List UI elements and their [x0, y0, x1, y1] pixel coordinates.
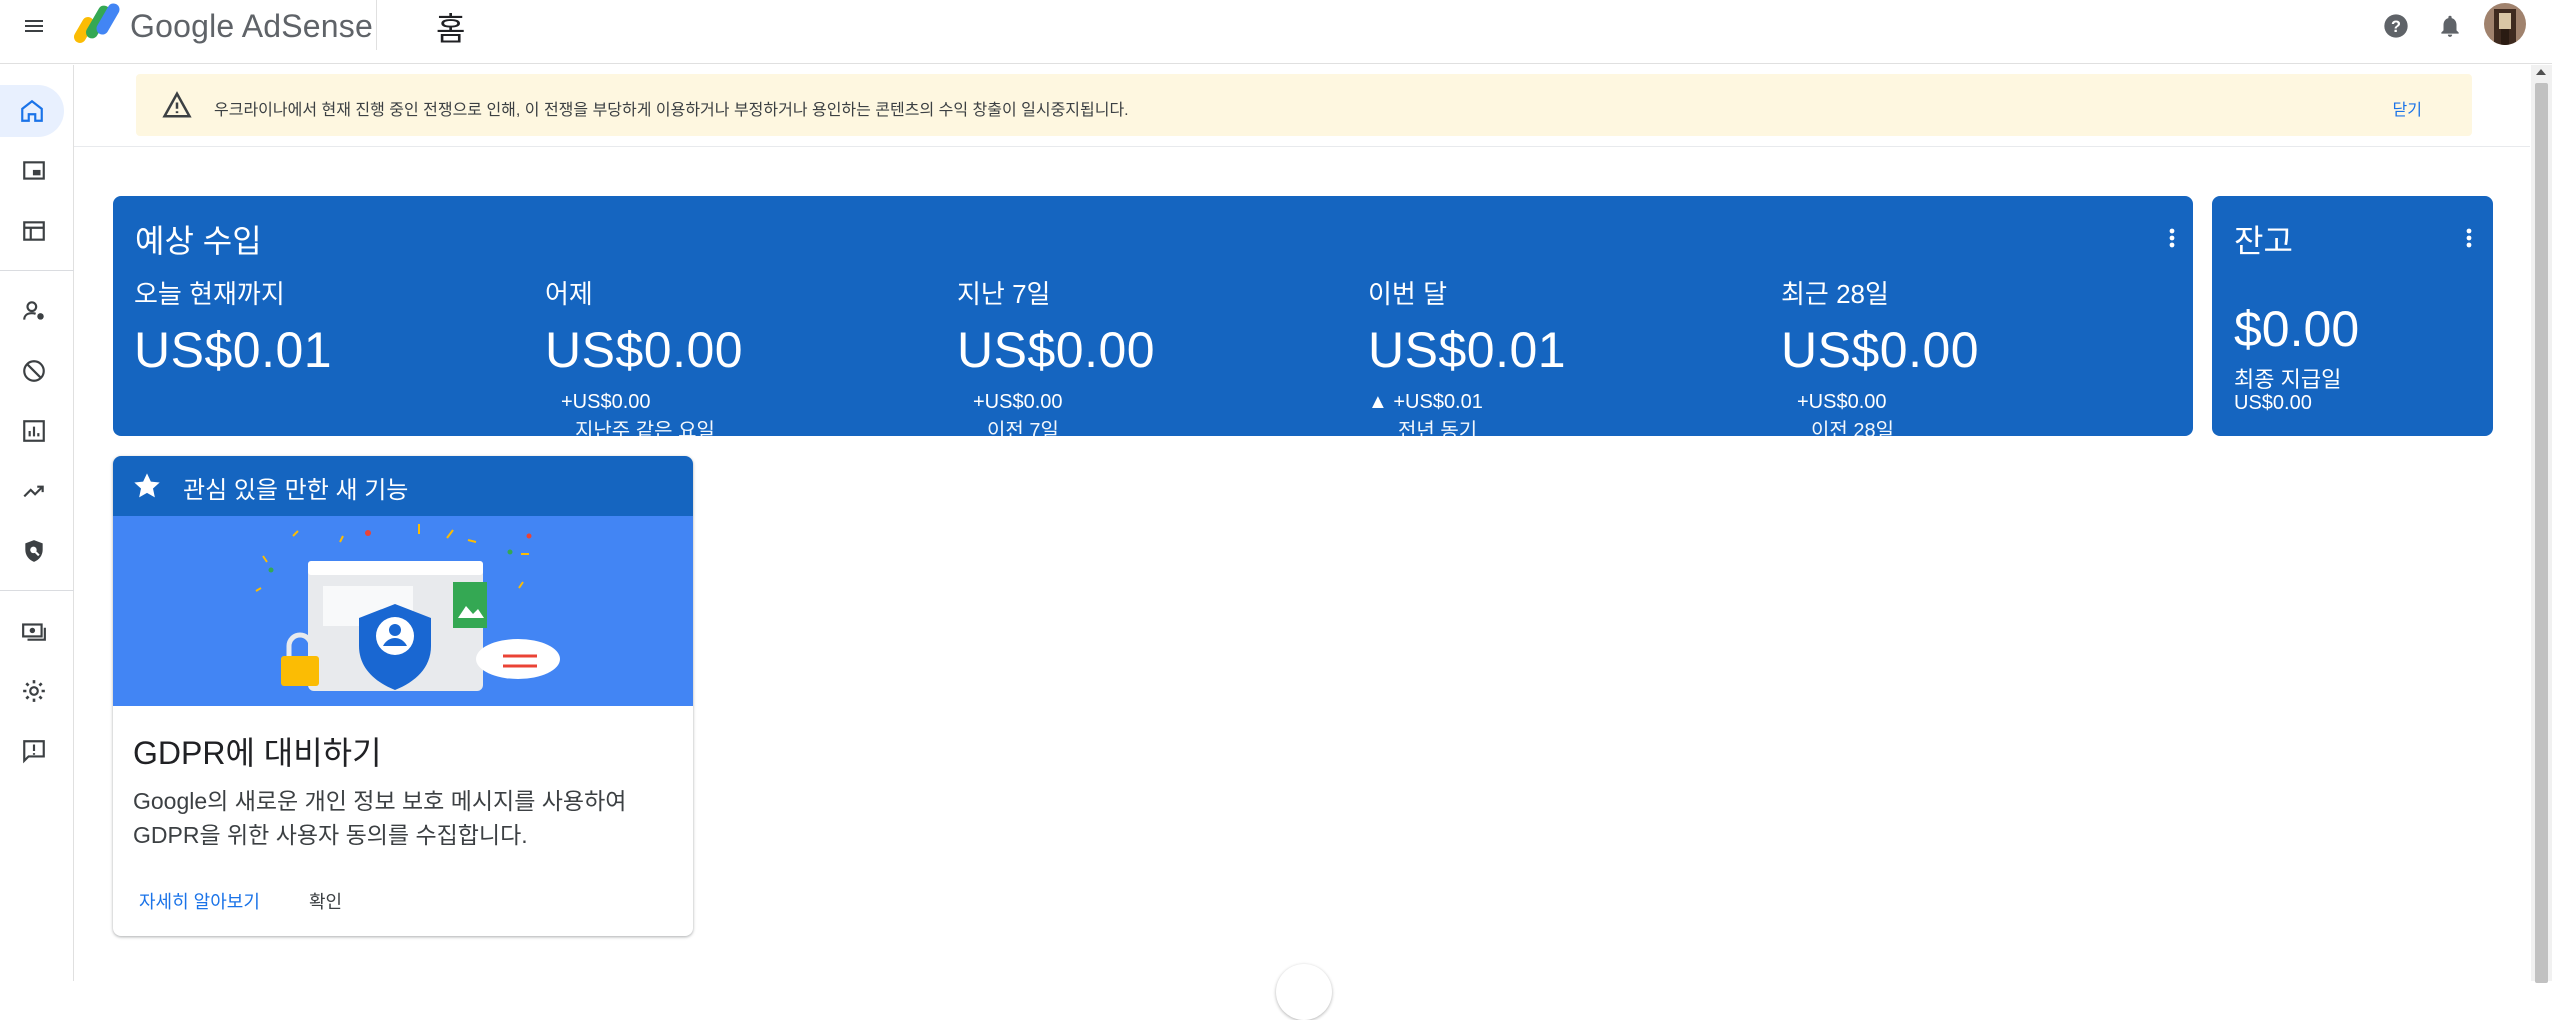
- balance-title: 잔고: [2234, 223, 2293, 259]
- metric-change: ▲ +US$0.01: [1368, 391, 1483, 413]
- nav-divider: [0, 270, 74, 271]
- metric-comparison: 이전 7일: [987, 420, 1059, 436]
- metric-change: +US$0.00: [973, 391, 1063, 413]
- adsense-logo-icon[interactable]: [72, 0, 124, 46]
- nav-blocking-controls[interactable]: [4, 345, 64, 397]
- feature-card-description: Google의 새로운 개인 정보 보호 메시지를 사용하여 GDPR을 위한 …: [133, 788, 627, 848]
- metric-comparison: 이전 28일: [1811, 420, 1895, 436]
- more-vert-icon: [2466, 228, 2472, 248]
- metric-yesterday[interactable]: 어제 US$0.00 +US$0.00 지난주 같은 요일: [545, 274, 945, 436]
- help-button[interactable]: ?: [2376, 6, 2416, 46]
- nav-home[interactable]: [0, 85, 64, 137]
- payments-icon: [22, 623, 46, 641]
- metric-label: 이번 달: [1368, 279, 1447, 309]
- feature-card-header: 관심 있을 만한 새 기능: [113, 456, 693, 516]
- scroll-fab[interactable]: [1276, 964, 1332, 1020]
- metric-this-month[interactable]: 이번 달 US$0.01 ▲ +US$0.01 전년 동기: [1368, 274, 1768, 436]
- balance-card: 잔고 $0.00 최종 지급일 US$0.00: [2212, 196, 2493, 436]
- estimated-earnings-card: 예상 수입 오늘 현재까지 US$0.01 어제 US$0.00 +US$0.0…: [113, 196, 2193, 436]
- sites-icon: [23, 221, 45, 241]
- policy-warning-banner: 우크라이나에서 현재 진행 중인 전쟁으로 인해, 이 전쟁을 부당하게 이용하…: [136, 74, 2472, 136]
- block-icon: [23, 360, 45, 382]
- estimated-earnings-title: 예상 수입: [135, 223, 262, 259]
- help-icon: ?: [2384, 14, 2408, 38]
- scroll-up-arrow-icon[interactable]: [2536, 69, 2546, 75]
- new-feature-card: 관심 있을 만한 새 기능 GDPR에 대비하기 Google의 새로운 개인 …: [113, 456, 693, 936]
- star-icon: [134, 473, 160, 498]
- nav-divider: [0, 590, 74, 591]
- top-app-bar: Google AdSense 홈 ?: [0, 0, 2552, 64]
- person-settings-icon: [23, 301, 44, 320]
- page-title: 홈: [436, 11, 466, 47]
- shield-search-icon: [25, 540, 43, 562]
- metric-last-7-days[interactable]: 지난 7일 US$0.00 +US$0.00 이전 7일: [957, 274, 1357, 436]
- metric-today[interactable]: 오늘 현재까지 US$0.01: [134, 274, 534, 379]
- metric-label: 오늘 현재까지: [134, 279, 285, 309]
- last-payment-label: 최종 지급일: [2234, 367, 2342, 392]
- metric-label: 지난 7일: [957, 279, 1051, 309]
- account-avatar[interactable]: [2484, 3, 2526, 45]
- metric-value: US$0.00: [1781, 322, 1980, 378]
- nav-privacy-messaging[interactable]: [4, 285, 64, 337]
- nav-reports[interactable]: [4, 405, 64, 457]
- nav-payments[interactable]: [4, 605, 64, 657]
- nav-feedback[interactable]: [4, 725, 64, 777]
- page-scrollbar[interactable]: [2531, 65, 2552, 983]
- main-menu-button[interactable]: [16, 8, 52, 44]
- feature-card-title: GDPR에 대비하기: [133, 735, 382, 771]
- ad-units-icon: [23, 161, 45, 180]
- trending-up-icon: [23, 485, 44, 498]
- metric-label: 어제: [545, 279, 593, 309]
- nav-policy-center[interactable]: [4, 525, 64, 577]
- home-icon: [21, 99, 43, 122]
- settings-gear-icon: [23, 680, 45, 702]
- svg-text:?: ?: [2391, 18, 2401, 36]
- scrollbar-thumb[interactable]: [2535, 83, 2548, 983]
- nav-ads[interactable]: [4, 145, 64, 197]
- balance-more-button[interactable]: [2452, 218, 2486, 258]
- metric-last-28-days[interactable]: 최근 28일 US$0.00 +US$0.00 이전 28일: [1781, 274, 2181, 436]
- nav-sites[interactable]: [4, 205, 64, 257]
- nav-account-settings[interactable]: [4, 665, 64, 717]
- header-divider: [376, 0, 377, 50]
- metric-comparison: 전년 동기: [1398, 420, 1478, 436]
- gdpr-illustration: [113, 516, 693, 706]
- menu-icon: [25, 20, 43, 32]
- side-navigation: [0, 65, 74, 981]
- metric-comparison: 지난주 같은 요일: [575, 420, 715, 436]
- nav-optimization[interactable]: [4, 465, 64, 517]
- estimated-earnings-more-button[interactable]: [2155, 218, 2189, 258]
- banner-message: 우크라이나에서 현재 진행 중인 전쟁으로 인해, 이 전쟁을 부당하게 이용하…: [214, 102, 1129, 119]
- bar-chart-icon: [23, 420, 45, 442]
- notifications-button[interactable]: [2430, 6, 2470, 46]
- notifications-icon: [2441, 15, 2459, 37]
- metric-value: US$0.00: [545, 322, 744, 378]
- banner-close-button[interactable]: 닫기: [2393, 96, 2422, 120]
- last-payment-value: US$0.00: [2234, 392, 2312, 414]
- metric-value: US$0.01: [1368, 322, 1567, 378]
- learn-more-link[interactable]: 자세히 알아보기: [139, 888, 260, 914]
- balance-value: $0.00: [2234, 301, 2360, 357]
- feature-card-header-text: 관심 있을 만한 새 기능: [183, 477, 409, 504]
- brand-name[interactable]: Google AdSense: [130, 8, 373, 45]
- content-divider: [74, 146, 2530, 147]
- metric-value: US$0.00: [957, 322, 1156, 378]
- more-vert-icon: [2169, 228, 2175, 248]
- feedback-icon: [23, 740, 45, 764]
- metric-change: +US$0.00: [561, 391, 651, 413]
- warning-icon: [162, 91, 192, 118]
- metric-value: US$0.01: [134, 322, 333, 378]
- metric-change: +US$0.00: [1797, 391, 1887, 413]
- metric-label: 최근 28일: [1781, 279, 1889, 309]
- confirm-button[interactable]: 확인: [309, 888, 342, 914]
